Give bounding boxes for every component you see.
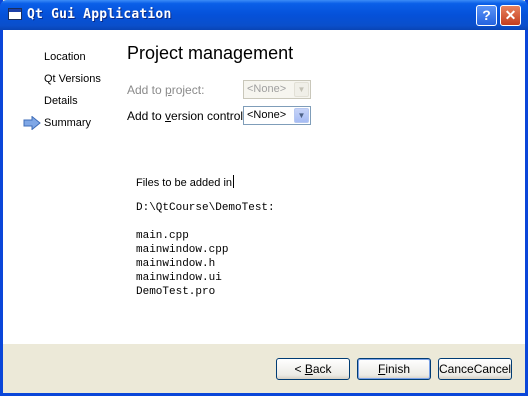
text-caret xyxy=(233,175,235,188)
step-details: Details xyxy=(44,95,78,107)
step-summary: Summary xyxy=(44,117,92,129)
files-heading: Files to be added in xyxy=(136,175,235,189)
file-item: DemoTest.pro xyxy=(136,286,216,298)
add-to-project-label: Add to project: xyxy=(127,83,204,97)
add-to-project-combo: <None> ▼ xyxy=(243,80,311,99)
file-item: mainwindow.h xyxy=(136,258,216,270)
add-to-vcs-combo[interactable]: <None> ▼ xyxy=(243,106,311,125)
arrow-right-icon xyxy=(23,116,41,130)
chevron-down-icon[interactable]: ▼ xyxy=(294,108,309,123)
add-to-vcs-label-text: Add to version control: xyxy=(127,109,247,123)
close-icon: ✕ xyxy=(504,7,517,23)
wizard-page: Location Qt Versions Details Summary Pro… xyxy=(3,30,525,343)
window-title: Qt Gui Application xyxy=(27,7,172,22)
file-item: main.cpp xyxy=(136,230,189,242)
back-button[interactable]: < Back xyxy=(276,358,350,380)
help-button[interactable]: ? xyxy=(476,5,497,26)
add-to-project-value: <None> xyxy=(247,83,287,95)
target-path: D:\QtCourse\DemoTest: xyxy=(136,202,275,214)
wizard-steps: Location Qt Versions Details Summary xyxy=(3,30,123,343)
cancel-button[interactable]: CanceCancel xyxy=(438,358,512,380)
add-to-vcs-label: Add to version control: xyxy=(127,109,246,123)
chevron-down-icon: ▼ xyxy=(294,82,309,97)
wizard-window: Qt Gui Application ? ✕ Location Qt Versi… xyxy=(0,0,528,396)
title-bar[interactable]: Qt Gui Application ? ✕ xyxy=(0,0,528,30)
add-to-project-label-text: Add to project: xyxy=(127,83,205,97)
cancel-button-label: CanceCancel xyxy=(439,362,512,376)
help-icon: ? xyxy=(482,7,491,23)
finish-button-label: Finish xyxy=(377,362,411,376)
file-item: mainwindow.ui xyxy=(136,272,222,284)
add-to-vcs-value: <None> xyxy=(247,109,287,121)
close-button[interactable]: ✕ xyxy=(500,5,521,26)
app-window-icon xyxy=(8,8,22,20)
page-title: Project management xyxy=(127,43,294,63)
footer-divider xyxy=(3,343,525,344)
back-button-label: < Back xyxy=(294,362,332,376)
file-item: mainwindow.cpp xyxy=(136,244,229,256)
files-heading-text: Files to be added in xyxy=(136,177,233,189)
finish-button[interactable]: Finish xyxy=(357,358,431,380)
step-qt-versions: Qt Versions xyxy=(44,73,101,85)
step-location: Location xyxy=(44,51,86,63)
